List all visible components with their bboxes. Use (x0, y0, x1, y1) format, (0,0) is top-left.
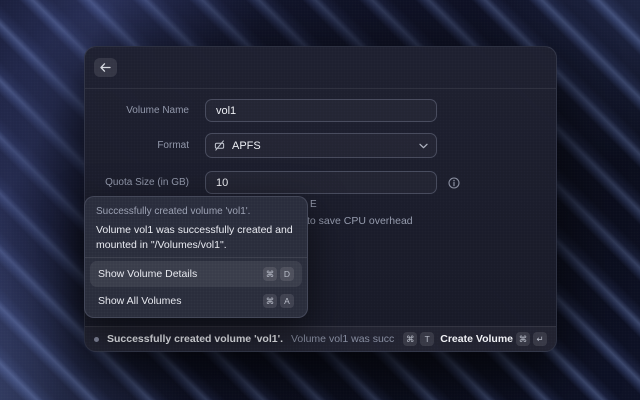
popup-message: Volume vol1 was successfully created and… (96, 223, 296, 253)
volume-name-input[interactable] (205, 99, 437, 122)
popup-divider (85, 257, 307, 258)
format-label: Format (85, 140, 189, 151)
back-button[interactable] (94, 58, 117, 77)
a-key-badge: A (280, 294, 294, 308)
create-volume-label: Create Volume (440, 333, 513, 345)
create-volume-button[interactable]: Create Volume ⌘ ↵ (440, 332, 547, 346)
toast-detail: Volume vol1 was successfully creat... (291, 333, 394, 345)
window-header (85, 47, 556, 89)
volume-name-label: Volume Name (85, 105, 189, 116)
popup-title: Successfully created volume 'vol1'. (96, 206, 296, 217)
command-key-badge: ⌘ (263, 267, 277, 281)
menu-item-show-volume-details[interactable]: Show Volume Details ⌘ D (90, 261, 302, 287)
quota-size-input[interactable] (205, 171, 437, 194)
format-row: Format APFS (85, 133, 556, 158)
quota-size-row: Quota Size (in GB) (85, 171, 556, 194)
command-key-badge: ⌘ (403, 332, 417, 346)
toast-title: Successfully created volume 'vol1'. (107, 333, 283, 345)
t-key-badge: T (420, 332, 434, 346)
arrow-left-icon (100, 63, 111, 72)
obscured-text-fragment-1: E (310, 199, 317, 210)
status-dot-icon (94, 337, 99, 342)
format-select[interactable]: APFS (205, 133, 437, 158)
obscured-text-fragment-2: to save CPU overhead (307, 215, 413, 227)
action-bar: Successfully created volume 'vol1'. Volu… (85, 326, 556, 351)
toast-actions-popup: Successfully created volume 'vol1'. Volu… (84, 196, 308, 318)
command-key-badge: ⌘ (263, 294, 277, 308)
chevron-down-icon (419, 143, 428, 149)
menu-item-show-all-volumes[interactable]: Show All Volumes ⌘ A (90, 288, 302, 314)
volume-name-row: Volume Name (85, 99, 556, 122)
toast-status[interactable]: Successfully created volume 'vol1'. Volu… (107, 332, 434, 346)
format-selected-value: APFS (232, 140, 419, 152)
d-key-badge: D (280, 267, 294, 281)
drive-slash-icon (214, 140, 225, 151)
info-circle-icon[interactable] (448, 177, 460, 189)
command-key-badge: ⌘ (516, 332, 530, 346)
quota-size-label: Quota Size (in GB) (85, 177, 189, 188)
return-key-badge: ↵ (533, 332, 547, 346)
